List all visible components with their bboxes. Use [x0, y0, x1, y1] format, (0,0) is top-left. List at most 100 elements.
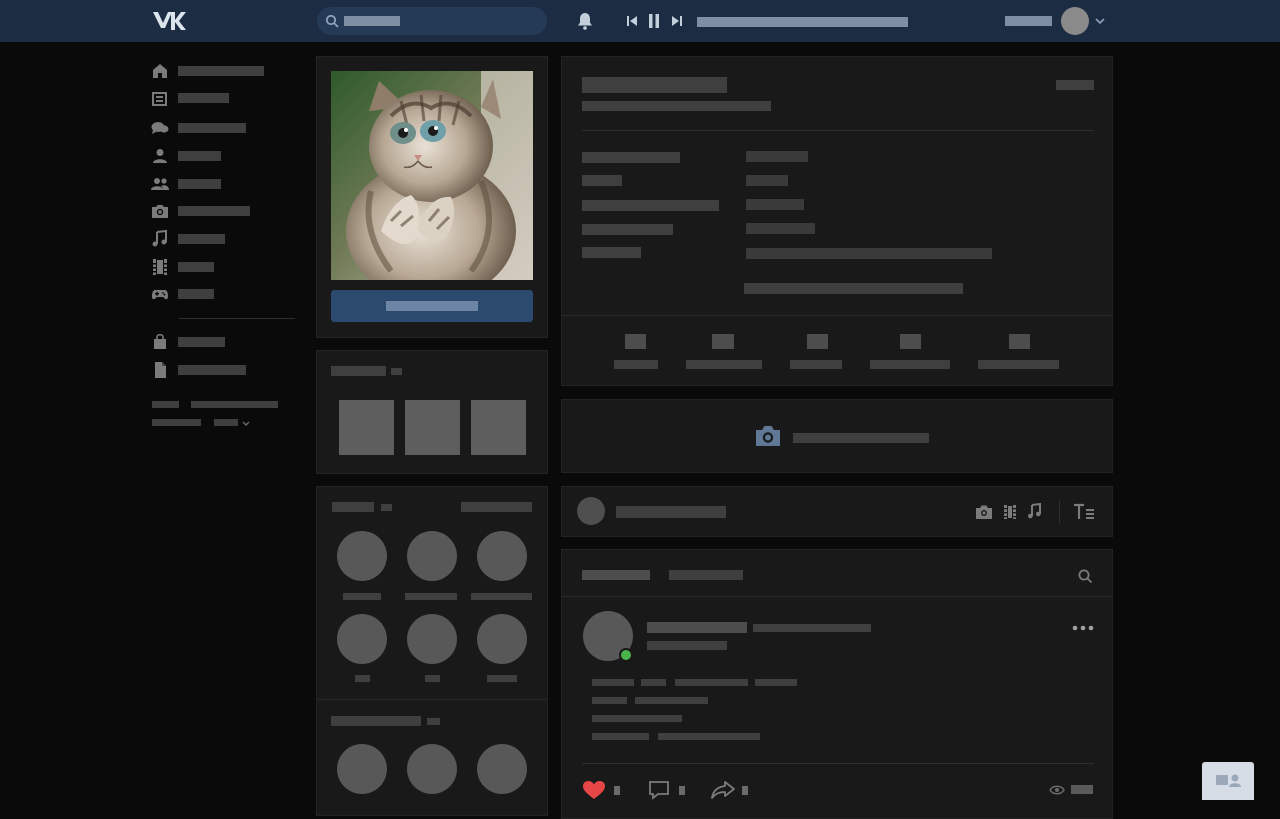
counter-photos[interactable]	[790, 333, 842, 373]
new-post-composer[interactable]	[561, 486, 1113, 537]
chevron-down-icon[interactable]	[1095, 17, 1105, 25]
profile-photo[interactable]	[331, 71, 533, 280]
vk-logo-icon[interactable]	[152, 10, 186, 32]
more-icon[interactable]	[1072, 624, 1094, 632]
post-text-word	[592, 697, 627, 704]
comment-button[interactable]	[648, 778, 692, 802]
search-placeholder	[344, 16, 400, 26]
counter-value	[712, 334, 734, 349]
friend-avatar[interactable]	[407, 614, 457, 664]
sidebar-item-messages[interactable]	[150, 116, 300, 140]
text-format-icon[interactable]	[1073, 502, 1095, 522]
tab-my-posts[interactable]	[662, 564, 748, 596]
video-icon[interactable]	[1003, 503, 1017, 521]
sidebar-item-music[interactable]	[150, 227, 300, 251]
composer-placeholder	[616, 506, 726, 518]
gift-item[interactable]	[339, 400, 394, 455]
sidebar-item-games[interactable]	[150, 282, 300, 306]
info-value[interactable]	[746, 248, 992, 259]
upload-photo-block[interactable]	[561, 399, 1113, 473]
tab-all-posts[interactable]	[576, 564, 656, 596]
post-text-word	[635, 697, 708, 704]
chat-widget-button[interactable]	[1202, 762, 1254, 800]
friend-avatar[interactable]	[477, 744, 527, 794]
post-text-word	[658, 733, 760, 740]
friend-avatar[interactable]	[407, 531, 457, 581]
online-indicator	[619, 648, 633, 662]
search-icon[interactable]	[1077, 568, 1093, 584]
friend-avatar[interactable]	[337, 744, 387, 794]
info-value[interactable]	[746, 151, 808, 162]
post-text-word	[641, 679, 666, 686]
views-counter	[1049, 781, 1095, 799]
sidebar-item-label	[178, 93, 229, 103]
friend-name[interactable]	[487, 675, 517, 682]
share-button[interactable]	[710, 778, 754, 802]
sidebar-item-label	[178, 289, 214, 299]
post-action-text	[753, 624, 871, 632]
friend-avatar[interactable]	[477, 531, 527, 581]
counter-value	[900, 334, 921, 349]
chevron-down-icon[interactable]	[242, 420, 250, 427]
post-text-word	[592, 679, 634, 686]
info-value[interactable]	[746, 199, 804, 210]
friend-avatar[interactable]	[477, 614, 527, 664]
info-value[interactable]	[746, 175, 788, 186]
friend-name[interactable]	[471, 593, 532, 600]
sidebar-item-video[interactable]	[150, 255, 300, 279]
footer-link[interactable]	[152, 419, 201, 426]
search-input[interactable]	[317, 7, 547, 35]
friend-name[interactable]	[355, 675, 370, 682]
camera-icon[interactable]	[975, 503, 993, 521]
friend-name[interactable]	[343, 593, 381, 600]
sidebar-item-photos[interactable]	[150, 199, 300, 223]
next-track-icon[interactable]	[671, 15, 683, 27]
gift-item[interactable]	[471, 400, 526, 455]
info-value[interactable]	[746, 223, 815, 234]
block-link[interactable]	[461, 502, 532, 512]
upload-photo-label	[793, 433, 929, 443]
pause-icon[interactable]	[648, 13, 660, 29]
block-title	[332, 502, 374, 512]
sidebar-item-market[interactable]	[150, 330, 300, 354]
gamepad-icon	[150, 284, 170, 304]
friend-avatar[interactable]	[407, 744, 457, 794]
edit-profile-button[interactable]	[331, 290, 533, 322]
user-name[interactable]	[1005, 16, 1052, 26]
sidebar-item-label	[178, 337, 225, 347]
footer-link[interactable]	[191, 401, 278, 408]
sidebar-item-friends[interactable]	[150, 172, 300, 196]
counter-videos[interactable]	[870, 333, 950, 373]
profile-status-link[interactable]	[1056, 80, 1094, 90]
post-date[interactable]	[647, 641, 727, 650]
friend-name[interactable]	[405, 593, 457, 600]
counter-label	[614, 360, 658, 369]
counter-value	[807, 334, 828, 349]
now-playing-track[interactable]	[697, 17, 908, 27]
friend-avatar[interactable]	[337, 531, 387, 581]
like-button[interactable]	[582, 778, 626, 802]
post-author-name[interactable]	[647, 622, 747, 633]
footer-language[interactable]	[214, 419, 238, 426]
prev-track-icon[interactable]	[626, 15, 638, 27]
avatar[interactable]	[1061, 7, 1089, 35]
gift-item[interactable]	[405, 400, 460, 455]
sidebar-item-news[interactable]	[150, 87, 300, 111]
profile-status[interactable]	[582, 101, 771, 111]
block-count	[381, 504, 392, 511]
counter-friends[interactable]	[612, 333, 658, 373]
heart-icon	[582, 780, 606, 800]
counter-followers[interactable]	[686, 333, 762, 373]
profile-info-card	[561, 56, 1113, 386]
friend-name[interactable]	[425, 675, 440, 682]
friend-avatar[interactable]	[337, 614, 387, 664]
bell-icon[interactable]	[576, 12, 594, 30]
contacts-icon	[1215, 773, 1243, 789]
music-icon[interactable]	[1026, 502, 1044, 520]
sidebar-item-home[interactable]	[150, 59, 300, 83]
show-details-link[interactable]	[744, 283, 963, 294]
counter-audio[interactable]	[978, 333, 1059, 373]
sidebar-item-profile[interactable]	[150, 144, 300, 168]
sidebar-item-documents[interactable]	[150, 358, 300, 382]
footer-link[interactable]	[152, 401, 179, 408]
